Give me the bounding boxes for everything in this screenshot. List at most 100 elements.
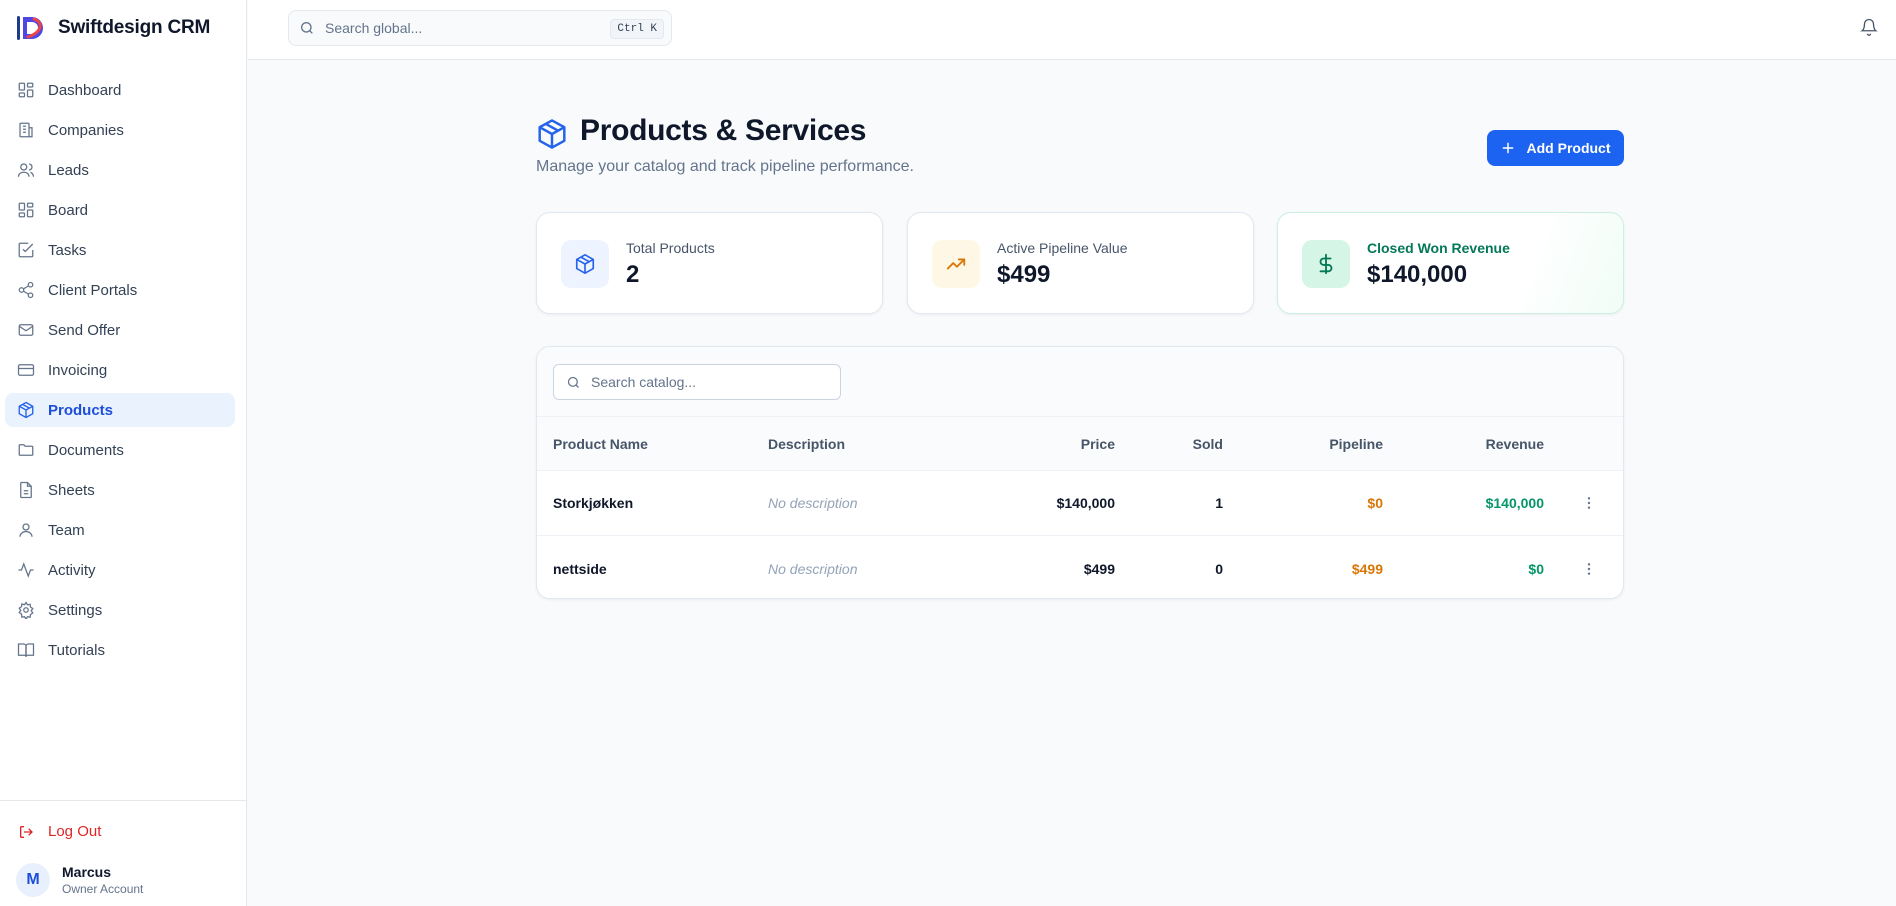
column-header-description[interactable]: Description <box>768 417 845 470</box>
user-name: Marcus <box>62 864 112 880</box>
product-description: No description <box>768 560 858 577</box>
column-header-revenue[interactable]: Revenue <box>1486 417 1544 470</box>
more-vertical-icon <box>1587 562 1591 575</box>
product-sold: 0 <box>1215 560 1223 577</box>
stat-value: $140,000 <box>1367 261 1468 288</box>
sidebar-item-label: Activity <box>48 561 96 579</box>
sidebar: Swiftdesign CRM Dashboard Companies Lead… <box>0 0 247 906</box>
user-profile[interactable]: M Marcus Owner Account <box>16 863 143 897</box>
sidebar-item-tasks[interactable]: Tasks <box>5 233 235 267</box>
product-sold: 1 <box>1215 495 1223 511</box>
sidebar-item-label: Client Portals <box>48 281 138 299</box>
sidebar-item-products[interactable]: Products <box>5 393 235 427</box>
table-header: Product Name Description Price Sold Pipe… <box>537 417 1623 471</box>
dollar-icon <box>1302 240 1350 288</box>
product-name: Storkjøkken <box>553 495 634 511</box>
credit-card-icon <box>16 360 36 380</box>
dashboard-icon <box>16 80 36 100</box>
catalog-search-input[interactable] <box>591 374 831 390</box>
sidebar-item-team[interactable]: Team <box>5 513 235 547</box>
sidebar-item-label: Leads <box>48 161 89 179</box>
product-revenue: $140,000 <box>1485 495 1544 511</box>
logout-button[interactable]: Log Out <box>18 823 101 840</box>
sidebar-item-leads[interactable]: Leads <box>5 153 235 187</box>
sidebar-item-label: Sheets <box>48 481 95 499</box>
users-icon <box>16 160 36 180</box>
sidebar-item-send-offer[interactable]: Send Offer <box>5 313 235 347</box>
product-price: $140,000 <box>1056 495 1115 511</box>
row-actions-button[interactable] <box>1581 536 1597 598</box>
stat-value: $499 <box>997 261 1051 288</box>
sidebar-item-label: Invoicing <box>48 361 108 379</box>
sidebar-item-companies[interactable]: Companies <box>5 113 235 147</box>
check-square-icon <box>16 240 36 260</box>
page-subtitle: Manage your catalog and track pipeline p… <box>536 158 914 175</box>
brand-logo-icon <box>17 16 43 40</box>
mail-icon <box>16 320 36 340</box>
stat-card-closed-won: Closed Won Revenue $140,000 <box>1277 212 1624 314</box>
product-price: $499 <box>1083 560 1115 577</box>
sidebar-footer: Log Out M Marcus Owner Account <box>0 800 247 906</box>
stat-label: Closed Won Revenue <box>1367 240 1510 256</box>
catalog-table: Product Name Description Price Sold Pipe… <box>536 346 1624 599</box>
sidebar-item-label: Team <box>48 521 85 539</box>
row-actions-button[interactable] <box>1581 471 1597 535</box>
sidebar-nav: Dashboard Companies Leads Board Tasks Cl… <box>5 73 235 673</box>
brand[interactable]: Swiftdesign CRM <box>14 13 210 43</box>
sidebar-item-documents[interactable]: Documents <box>5 433 235 467</box>
add-product-button[interactable]: Add Product <box>1487 130 1624 166</box>
column-header-pipeline[interactable]: Pipeline <box>1329 417 1383 470</box>
stat-label: Active Pipeline Value <box>997 240 1128 256</box>
package-icon <box>561 240 609 288</box>
sidebar-item-board[interactable]: Board <box>5 193 235 227</box>
bell-icon <box>1860 18 1878 36</box>
stat-label: Total Products <box>626 240 715 256</box>
file-text-icon <box>16 480 36 500</box>
add-product-label: Add Product <box>1526 140 1611 156</box>
sidebar-item-label: Send Offer <box>48 321 121 339</box>
plus-icon <box>1502 142 1513 154</box>
sidebar-item-label: Dashboard <box>48 81 122 99</box>
stat-value: 2 <box>626 261 640 288</box>
logout-icon <box>20 825 33 838</box>
sidebar-item-label: Settings <box>48 601 103 619</box>
notifications-button[interactable] <box>1860 18 1878 41</box>
table-row[interactable]: nettside No description $499 0 $499 $0 <box>537 536 1623 598</box>
global-search[interactable]: Ctrl K <box>288 10 672 46</box>
activity-icon <box>16 560 36 580</box>
table-row[interactable]: Storkjøkken No description $140,000 1 $0… <box>537 471 1623 536</box>
topbar: Ctrl K <box>248 0 1896 60</box>
sidebar-item-client-portals[interactable]: Client Portals <box>5 273 235 307</box>
column-header-product-name[interactable]: Product Name <box>553 417 648 470</box>
global-search-input[interactable] <box>325 20 605 36</box>
book-icon <box>16 640 36 660</box>
sidebar-item-label: Tutorials <box>48 641 105 659</box>
share-icon <box>16 280 36 300</box>
column-header-sold[interactable]: Sold <box>1193 417 1223 470</box>
logout-label: Log Out <box>48 823 102 840</box>
sidebar-item-dashboard[interactable]: Dashboard <box>5 73 235 107</box>
product-revenue: $0 <box>1528 560 1544 577</box>
user-icon <box>16 520 36 540</box>
sidebar-item-sheets[interactable]: Sheets <box>5 473 235 507</box>
catalog-search[interactable] <box>553 364 841 400</box>
gear-icon <box>16 600 36 620</box>
sidebar-item-activity[interactable]: Activity <box>5 553 235 587</box>
products-header-icon <box>537 118 567 155</box>
sidebar-item-invoicing[interactable]: Invoicing <box>5 353 235 387</box>
sidebar-item-label: Tasks <box>48 241 87 259</box>
search-icon <box>567 376 579 388</box>
trending-up-icon <box>932 240 980 288</box>
board-icon <box>16 200 36 220</box>
user-role: Owner Account <box>62 882 144 896</box>
building-icon <box>16 120 36 140</box>
stat-card-total-products: Total Products 2 <box>536 212 883 314</box>
column-header-price[interactable]: Price <box>1081 417 1115 470</box>
sidebar-item-label: Board <box>48 201 89 219</box>
product-name: nettside <box>553 560 607 577</box>
sidebar-item-settings[interactable]: Settings <box>5 593 235 627</box>
stat-card-pipeline-value: Active Pipeline Value $499 <box>907 212 1254 314</box>
sidebar-item-label: Products <box>48 401 114 419</box>
sidebar-item-tutorials[interactable]: Tutorials <box>5 633 235 667</box>
avatar: M <box>16 863 50 897</box>
